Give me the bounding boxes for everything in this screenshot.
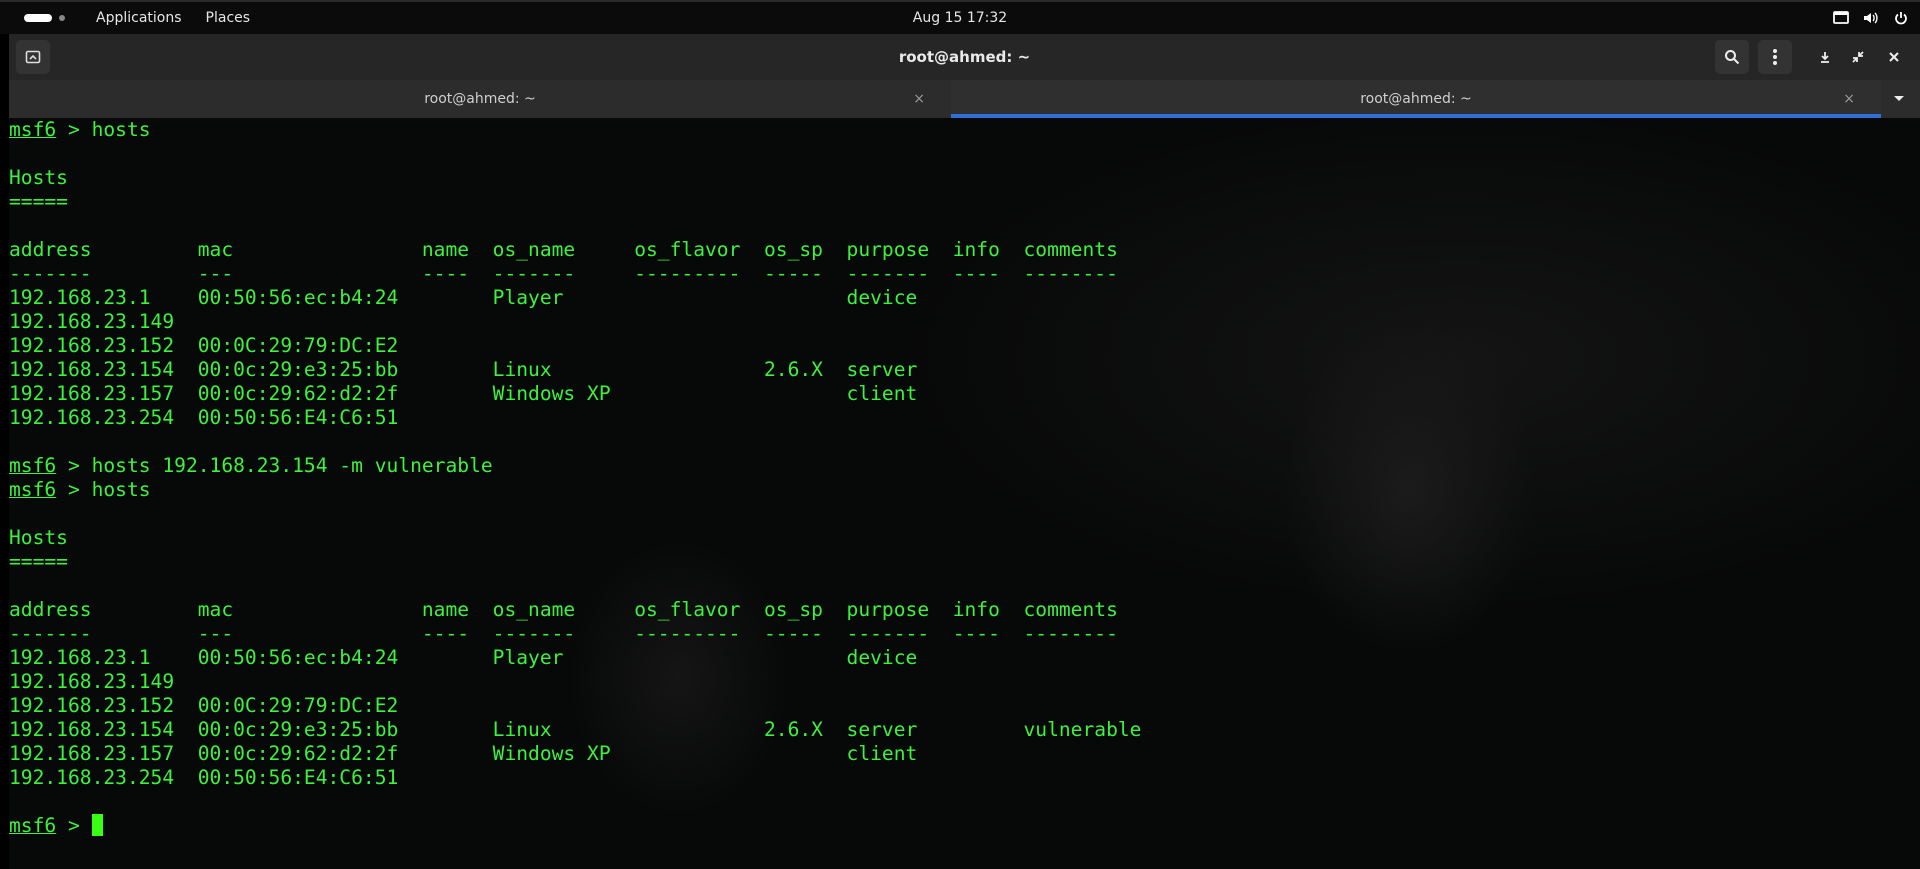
line-text: 192.168.23.152 00:0C:29:79:DC:E2 bbox=[9, 334, 399, 357]
tab-terminal-2[interactable]: root@ahmed: ~ × bbox=[951, 80, 1881, 118]
line-text: 192.168.23.149 bbox=[9, 670, 175, 693]
search-icon bbox=[1725, 50, 1740, 65]
terminal-line: 192.168.23.154 00:0c:29:e3:25:bb Linux 2… bbox=[9, 358, 1141, 382]
close-icon bbox=[1889, 52, 1899, 62]
tab-label: root@ahmed: ~ bbox=[1360, 91, 1472, 107]
restore-icon bbox=[1852, 51, 1864, 63]
line-text: 192.168.23.154 00:0c:29:e3:25:bb Linux 2… bbox=[9, 718, 1142, 741]
terminal-line: 192.168.23.149 bbox=[9, 310, 1141, 334]
line-text: 192.168.23.157 00:0c:29:62:d2:2f Windows… bbox=[9, 382, 918, 405]
line-text: Hosts bbox=[9, 166, 68, 189]
line-text: Hosts bbox=[9, 526, 68, 549]
terminal-line: 192.168.23.254 00:50:56:E4:C6:51 bbox=[9, 766, 1141, 790]
terminal-line: msf6 > hosts bbox=[9, 118, 1141, 142]
terminal-line: msf6 > hosts 192.168.23.154 -m vulnerabl… bbox=[9, 454, 1141, 478]
line-text: > bbox=[56, 814, 92, 837]
terminal-line: 192.168.23.1 00:50:56:ec:b4:24 Player de… bbox=[9, 286, 1141, 310]
tab-bar: root@ahmed: ~ × root@ahmed: ~ × bbox=[9, 80, 1920, 118]
terminal-line: msf6 > hosts bbox=[9, 478, 1141, 502]
tab-terminal-1[interactable]: root@ahmed: ~ × bbox=[9, 80, 951, 118]
line-text: > hosts bbox=[56, 118, 151, 141]
line-text: 192.168.23.157 00:0c:29:62:d2:2f Windows… bbox=[9, 742, 918, 765]
terminal-line: ------- --- ---- ------- --------- -----… bbox=[9, 622, 1141, 646]
line-text: ------- --- ---- ------- --------- -----… bbox=[9, 262, 1118, 285]
power-icon[interactable] bbox=[1892, 9, 1910, 27]
line-text: 192.168.23.1 00:50:56:ec:b4:24 Player de… bbox=[9, 646, 918, 669]
activities-indicator[interactable] bbox=[24, 14, 70, 22]
prompt-label: msf6 bbox=[9, 814, 57, 837]
window-title: root@ahmed: ~ bbox=[898, 48, 1031, 66]
terminal-line: 192.168.23.157 00:0c:29:62:d2:2f Windows… bbox=[9, 382, 1141, 406]
line-text: address mac name os_name os_flavor os_sp… bbox=[9, 598, 1118, 621]
kebab-menu-icon bbox=[1773, 49, 1777, 65]
line-text: address mac name os_name os_flavor os_sp… bbox=[9, 238, 1118, 261]
line-text: ------- --- ---- ------- --------- -----… bbox=[9, 622, 1118, 645]
terminal-line: Hosts bbox=[9, 526, 1141, 550]
close-button[interactable] bbox=[1877, 40, 1911, 74]
line-text: > hosts bbox=[56, 478, 151, 501]
applications-menu[interactable]: Applications bbox=[84, 3, 194, 33]
clock[interactable]: Aug 15 17:32 bbox=[913, 10, 1007, 26]
workspace-pill-icon bbox=[24, 14, 52, 22]
tab-close-icon[interactable]: × bbox=[913, 80, 925, 118]
prompt-label: msf6 bbox=[9, 118, 57, 141]
terminal-lines: msf6 > hosts Hosts ===== address mac name o… bbox=[9, 118, 1141, 838]
terminal-line: 192.168.23.157 00:0c:29:62:d2:2f Windows… bbox=[9, 742, 1141, 766]
terminal-line: address mac name os_name os_flavor os_sp… bbox=[9, 238, 1141, 262]
places-menu[interactable]: Places bbox=[194, 3, 263, 33]
clock-container: Aug 15 17:32 bbox=[0, 2, 1920, 34]
terminal-window: root@ahmed: ~ root@ahmed: ~ × root@ahmed… bbox=[9, 34, 1920, 869]
terminal-line: Hosts bbox=[9, 166, 1141, 190]
terminal-output[interactable]: msf6 > hosts Hosts ===== address mac name o… bbox=[9, 118, 1920, 869]
tab-close-icon[interactable]: × bbox=[1843, 80, 1855, 118]
line-text: 192.168.23.149 bbox=[9, 310, 175, 333]
terminal-line: ===== bbox=[9, 550, 1141, 574]
terminal-line: address mac name os_name os_flavor os_sp… bbox=[9, 598, 1141, 622]
terminal-line: 192.168.23.152 00:0C:29:79:DC:E2 bbox=[9, 694, 1141, 718]
search-button[interactable] bbox=[1715, 40, 1749, 74]
terminal-line: ===== bbox=[9, 190, 1141, 214]
line-text: 192.168.23.154 00:0c:29:e3:25:bb Linux 2… bbox=[9, 358, 918, 381]
terminal-line: msf6 > bbox=[9, 814, 1141, 838]
restore-button[interactable] bbox=[1841, 40, 1875, 74]
prompt-label: msf6 bbox=[9, 454, 57, 477]
menu-button[interactable] bbox=[1758, 40, 1792, 74]
line-text: > hosts 192.168.23.154 -m vulnerable bbox=[56, 454, 493, 477]
chevron-down-icon bbox=[1894, 96, 1904, 101]
line-text: 192.168.23.254 00:50:56:E4:C6:51 bbox=[9, 766, 399, 789]
terminal-line: 192.168.23.154 00:0c:29:e3:25:bb Linux 2… bbox=[9, 718, 1141, 742]
line-text: ===== bbox=[9, 190, 68, 213]
prompt-label: msf6 bbox=[9, 478, 57, 501]
tab-list-button[interactable] bbox=[1882, 80, 1916, 118]
minimize-icon bbox=[1821, 52, 1829, 63]
top-bar: Applications Places Aug 15 17:32 bbox=[0, 0, 1920, 34]
volume-icon[interactable] bbox=[1862, 9, 1880, 27]
line-text: 192.168.23.152 00:0C:29:79:DC:E2 bbox=[9, 694, 399, 717]
header-bar: root@ahmed: ~ bbox=[9, 34, 1920, 81]
screen-icon[interactable] bbox=[1832, 9, 1850, 27]
line-text: 192.168.23.1 00:50:56:ec:b4:24 Player de… bbox=[9, 286, 918, 309]
terminal-line: 192.168.23.1 00:50:56:ec:b4:24 Player de… bbox=[9, 646, 1141, 670]
terminal-line: 192.168.23.254 00:50:56:E4:C6:51 bbox=[9, 406, 1141, 430]
workspace-dot-icon bbox=[59, 15, 65, 21]
minimize-button[interactable] bbox=[1808, 40, 1842, 74]
tab-label: root@ahmed: ~ bbox=[424, 91, 536, 107]
terminal-cursor bbox=[91, 814, 103, 836]
terminal-line: ------- --- ---- ------- --------- -----… bbox=[9, 262, 1141, 286]
line-text: 192.168.23.254 00:50:56:E4:C6:51 bbox=[9, 406, 399, 429]
terminal-line: 192.168.23.152 00:0C:29:79:DC:E2 bbox=[9, 334, 1141, 358]
line-text: ===== bbox=[9, 550, 68, 573]
terminal-line: 192.168.23.149 bbox=[9, 670, 1141, 694]
system-tray bbox=[1832, 9, 1910, 27]
